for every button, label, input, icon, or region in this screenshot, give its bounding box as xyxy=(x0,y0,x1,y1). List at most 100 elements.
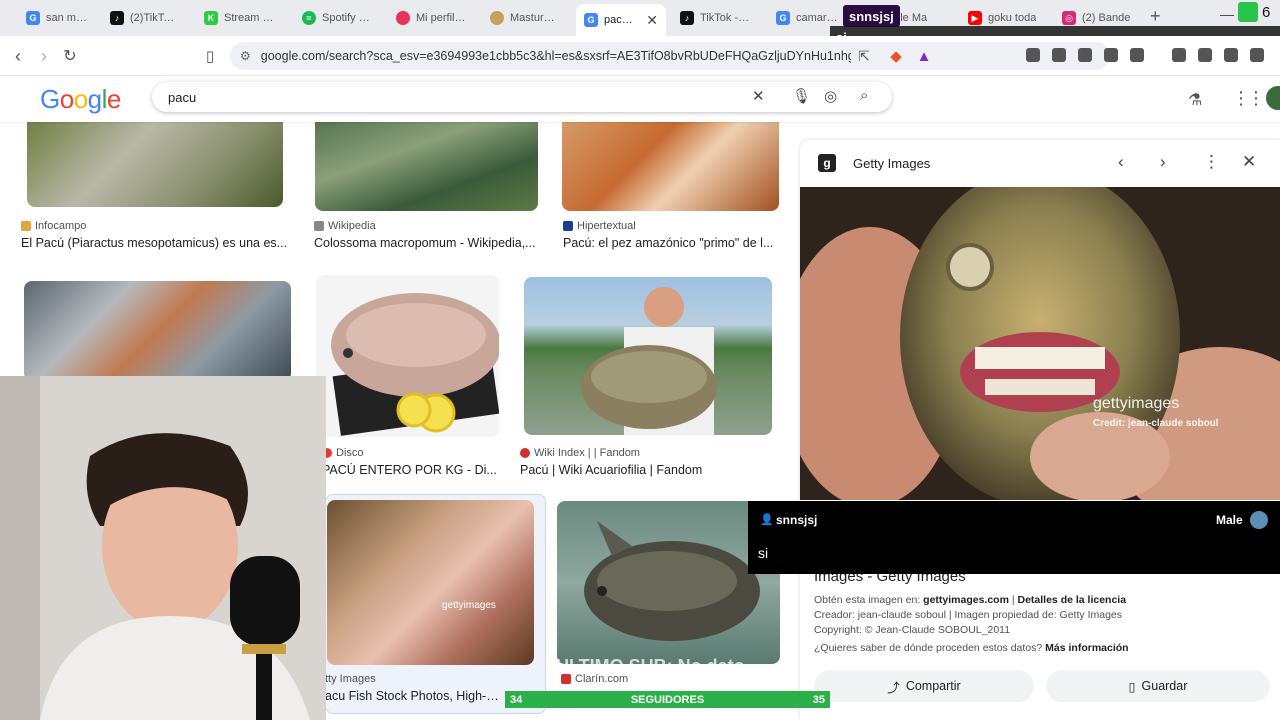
panel-info-line: ¿Quieres saber de dónde proceden estos d… xyxy=(814,642,1129,654)
share-icon[interactable]: ⇱ xyxy=(852,44,876,68)
extension-icon[interactable] xyxy=(1052,48,1066,62)
aquarium-fish-image xyxy=(584,521,760,641)
search-input[interactable]: pacu xyxy=(168,90,196,105)
url-text[interactable]: google.com/search?sca_esv=e3694993e1cbb5… xyxy=(261,49,851,63)
puzzle-icon[interactable] xyxy=(1104,48,1118,62)
tab-tiktok[interactable]: ♪ (2)TikTok - xyxy=(102,4,188,32)
leo-icon[interactable] xyxy=(1250,48,1264,62)
extension-icon[interactable] xyxy=(1026,48,1040,62)
tab-san-martin[interactable]: G san martin xyxy=(18,4,100,32)
microphone-icon[interactable]: 🎙 xyxy=(792,87,811,105)
previous-icon[interactable]: ‹ xyxy=(1118,152,1124,172)
license-link[interactable]: Detalles de la licencia xyxy=(1018,594,1127,606)
chat-overlay-username: snnsjsj xyxy=(843,5,900,27)
next-icon[interactable]: › xyxy=(1160,152,1166,172)
instagram-icon: ◎ xyxy=(1062,11,1076,25)
bookmark-icon: ▯ xyxy=(1128,679,1136,694)
tab-kick[interactable]: K Stream - Ki xyxy=(196,4,282,32)
wallet-icon[interactable] xyxy=(1224,48,1238,62)
result-caption[interactable]: Pacú | Wiki Acuariofilia | Fandom xyxy=(520,463,780,477)
extension-icon[interactable] xyxy=(1130,48,1144,62)
fandom-icon xyxy=(520,448,530,458)
panel-source-line: Obtén esta imagen en: gettyimages.com | … xyxy=(814,594,1126,606)
result-image-getty[interactable]: gettyimages xyxy=(327,500,534,665)
result-image-wikipedia[interactable] xyxy=(315,110,538,211)
meta-separator: | xyxy=(1008,594,1018,606)
youtube-icon: ▶ xyxy=(968,11,982,25)
tab-spotify[interactable]: ≈ Spotify – Bu xyxy=(294,4,380,32)
tab-label: Stream - Ki xyxy=(224,12,274,24)
close-icon[interactable]: ✕ xyxy=(1242,152,1256,172)
source-link[interactable]: gettyimages.com xyxy=(923,594,1009,606)
brave-shield-icon[interactable]: ◆ xyxy=(884,44,908,68)
share-button[interactable]: ⤴ Compartir xyxy=(814,670,1034,702)
kick-badge-icon xyxy=(1238,2,1258,22)
lens-icon[interactable]: ◎ xyxy=(824,87,837,105)
result-caption[interactable]: acu Fish Stock Photos, High-Res xyxy=(325,689,505,703)
music-icon[interactable] xyxy=(1172,48,1186,62)
google-logo[interactable]: Google xyxy=(40,84,121,115)
tab-tiktok-2[interactable]: ♪ TikTok - Ma xyxy=(672,4,760,32)
result-image-fandom[interactable] xyxy=(524,277,772,435)
clear-icon[interactable]: ✕ xyxy=(752,87,765,105)
spotify-icon: ≈ xyxy=(302,11,316,25)
site-icon xyxy=(490,11,504,25)
tab-label: (2) Bande xyxy=(1082,12,1131,24)
minimize-button[interactable]: — xyxy=(1220,6,1234,22)
site-info-icon[interactable]: ⚙ xyxy=(240,49,251,63)
result-source[interactable]: Infocampo xyxy=(21,220,86,232)
tab-mi-perfil[interactable]: Mi perfil | T xyxy=(388,4,474,32)
result-image-clarin[interactable] xyxy=(557,501,780,664)
tab-label: pacu - xyxy=(604,14,635,26)
tab-label: camaro zl xyxy=(796,12,840,24)
result-source[interactable]: Wikipedia xyxy=(314,220,376,232)
result-source[interactable]: tty Images xyxy=(325,673,376,685)
result-image-hipertextual[interactable] xyxy=(562,110,779,211)
result-image-pile[interactable] xyxy=(24,281,291,381)
panel-site-name[interactable]: Getty Images xyxy=(853,156,930,171)
result-caption[interactable]: Pacú: el pez amazónico "primo" de l... xyxy=(563,236,781,250)
search-box[interactable]: pacu ✕ 🎙 ◎ ⌕ xyxy=(152,82,892,112)
more-info-link[interactable]: Más información xyxy=(1045,642,1128,654)
result-image-disco[interactable] xyxy=(316,275,499,437)
streamer-webcam-image xyxy=(0,376,326,720)
more-options-icon[interactable]: ⋮ xyxy=(1203,152,1220,172)
tab-other[interactable]: Masturbadi xyxy=(482,4,568,32)
labs-icon[interactable]: ⚗ xyxy=(1188,90,1202,110)
result-caption[interactable]: PACÚ ENTERO POR KG - Di... xyxy=(322,463,502,477)
save-label: Guardar xyxy=(1141,679,1188,693)
google-icon: G xyxy=(776,11,790,25)
badge-count: 6 xyxy=(1262,4,1271,21)
man-holding-fish-image xyxy=(581,287,717,435)
source-name: tty Images xyxy=(325,673,376,685)
extension-icon[interactable] xyxy=(1078,48,1092,62)
source-favicon-icon xyxy=(21,221,31,231)
bookmark-icon[interactable]: ▯ xyxy=(198,44,222,68)
close-tab-icon[interactable]: ✕ xyxy=(646,12,658,29)
chat-username: snnsjsj xyxy=(776,513,818,527)
new-tab-button[interactable]: + xyxy=(1150,6,1161,27)
tab-pacu-active[interactable]: G pacu - ✕ xyxy=(576,4,666,36)
result-caption[interactable]: El Pacú (Piaractus mesopotamicus) es una… xyxy=(21,236,291,250)
rewards-icon[interactable]: ▲ xyxy=(912,44,936,68)
source-name: Hipertextual xyxy=(577,220,636,232)
tab-label: san martin xyxy=(46,12,92,24)
tab-label: goku toda xyxy=(988,12,1037,24)
address-bar[interactable]: ⚙ google.com/search?sca_esv=e3694993e1cb… xyxy=(230,42,1110,70)
save-button[interactable]: ▯ Guardar xyxy=(1046,670,1270,702)
google-icon: G xyxy=(584,13,598,27)
result-source[interactable]: Wiki Index | | Fandom xyxy=(520,447,640,459)
preview-image[interactable]: gettyimages Credit: jean-claude soboul xyxy=(800,187,1280,500)
result-source[interactable]: Disco xyxy=(322,447,364,459)
wikipedia-icon xyxy=(314,221,324,231)
result-image-infocampo[interactable] xyxy=(27,110,283,207)
tab-label: (2)TikTok - xyxy=(130,12,180,24)
forward-button[interactable]: › xyxy=(32,44,56,68)
result-source[interactable]: Hipertextual xyxy=(563,220,636,232)
sidebar-icon[interactable] xyxy=(1198,48,1212,62)
source-name: Disco xyxy=(336,447,364,459)
back-button[interactable]: ‹ xyxy=(6,44,30,68)
search-icon[interactable]: ⌕ xyxy=(860,87,868,104)
reload-button[interactable]: ↻ xyxy=(58,44,82,68)
result-caption[interactable]: Colossoma macropomum - Wikipedia,... xyxy=(314,236,542,250)
